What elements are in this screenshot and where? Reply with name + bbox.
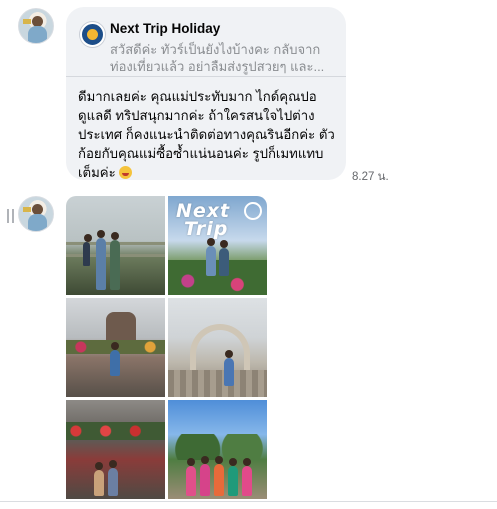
photo-group-ao-dai[interactable] <box>168 400 267 499</box>
drag-handle-icon[interactable] <box>7 209 14 223</box>
reply-title: Next Trip Holiday <box>110 21 221 36</box>
avatar-body-shape <box>28 26 47 43</box>
photo-arch-gate[interactable] <box>168 298 267 397</box>
photo-castle-garden[interactable] <box>66 298 165 397</box>
person-shape <box>96 230 106 290</box>
arch-shape <box>190 324 250 370</box>
reply-preview-text: สวัสดีค่ะ ทัวร์เป็นยังไงบ้างคะ กลับจากท่… <box>110 42 325 74</box>
flower-bed-shape <box>168 260 267 295</box>
person-shape <box>214 456 224 496</box>
sender-avatar[interactable] <box>18 196 54 232</box>
avatar-flag-shape <box>23 19 31 24</box>
message-timestamp: 8.27 น. <box>352 171 389 183</box>
person-shape <box>186 458 196 496</box>
reply-divider <box>66 76 346 77</box>
person-shape <box>108 460 118 496</box>
person-shape <box>83 234 92 266</box>
person-shape <box>110 232 120 290</box>
message-bubble[interactable]: Next Trip Holiday สวัสดีค่ะ ทัวร์เป็นยัง… <box>66 7 346 180</box>
photo-garden-logo[interactable]: Next Trip <box>168 196 267 295</box>
photo-gallery[interactable]: Next Trip <box>66 196 267 501</box>
person-shape <box>94 462 104 496</box>
sender-avatar[interactable] <box>18 8 54 44</box>
person-shape <box>200 456 210 496</box>
person-shape <box>228 458 238 496</box>
composer-divider <box>0 501 497 509</box>
message-text-content: ดีมากเลยค่ะ คุณแม่ประทับมาก ไกด์คุณปอดูแ… <box>78 89 335 180</box>
photo-flower-wall[interactable] <box>66 400 165 499</box>
message-text: ดีมากเลยค่ะ คุณแม่ประทับมาก ไกด์คุณปอดูแ… <box>78 87 340 182</box>
photo-bridge[interactable] <box>66 196 165 295</box>
reply-preview[interactable]: Next Trip Holiday สวัสดีค่ะ ทัวร์เป็นยัง… <box>80 12 346 75</box>
plaza-floor-shape <box>168 370 267 397</box>
person-shape <box>242 458 252 496</box>
person-shape <box>224 350 234 386</box>
avatar-body-shape <box>28 214 47 231</box>
page-logo-icon <box>80 22 105 47</box>
flower-bed-shape <box>66 422 165 440</box>
grinning-face-icon <box>119 166 133 179</box>
next-trip-watermark: Next Trip <box>176 200 231 240</box>
person-shape <box>219 240 229 276</box>
person-shape <box>206 238 216 276</box>
person-shape <box>110 342 120 376</box>
sun-icon <box>244 202 262 220</box>
avatar-flag-shape <box>23 207 31 212</box>
